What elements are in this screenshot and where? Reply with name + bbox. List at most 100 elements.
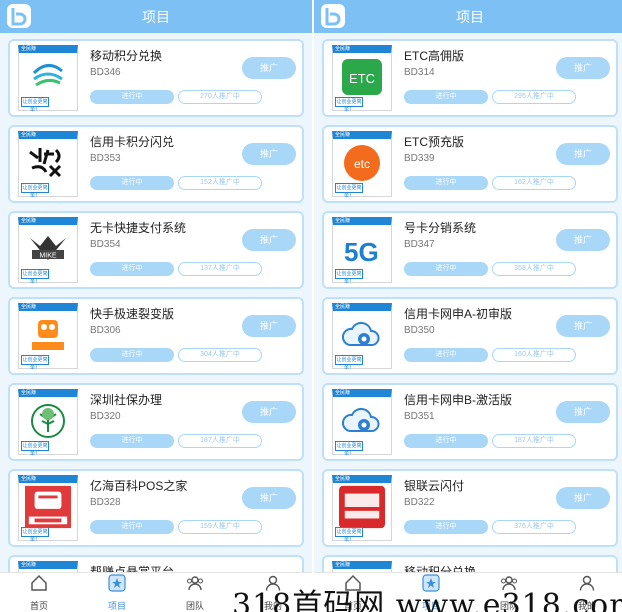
promoter-count: 304人推广中 [178, 348, 262, 362]
svg-text:MIKE: MIKE [39, 253, 56, 260]
promoter-count: 137人推广中 [178, 262, 262, 276]
project-card[interactable]: 全民赚 ETC 让创业更简单！ ETC高佣版 BD314 进行中 295人推广中 推广 [322, 39, 618, 117]
status-badge: 进行中 [90, 520, 174, 534]
promoter-count: 187人推广中 [492, 434, 576, 448]
project-thumbnail: 全民赚让创业更简单！ [18, 131, 78, 199]
project-code: BD350 [404, 325, 435, 336]
project-code: BD314 [404, 67, 435, 78]
social-security-icon [25, 401, 71, 441]
project-code: BD320 [90, 411, 121, 422]
promote-button[interactable]: 推广 [556, 229, 610, 251]
project-code: BD306 [90, 325, 121, 336]
project-code: BD347 [404, 239, 435, 250]
thumb-brand: 全民赚 [335, 132, 351, 138]
project-thumbnail: 全民赚让创业更简单！ [18, 45, 78, 113]
project-card[interactable]: 全民赚让创业更简单！ 信用卡网申B-激活版 BD351 进行中 187人推广中 推广 [322, 383, 618, 461]
promoter-count: 152人推广中 [178, 176, 262, 190]
promote-button[interactable]: 推广 [242, 229, 296, 251]
project-code: BD351 [404, 411, 435, 422]
project-card[interactable]: 全民赚 5G 让创业更简单！ 号卡分销系统 BD347 进行中 358人推广中 推广 [322, 211, 618, 289]
project-card[interactable]: 全民赚 让创业更简单！ 银联云闪付 BD322 进行中 376人推广中 推广 [322, 469, 618, 547]
promoter-count: 159人推广中 [178, 520, 262, 534]
project-name: 信用卡网申B-激活版 [404, 393, 513, 407]
5g-icon: 5G [339, 229, 385, 269]
project-name: 银联云闪付 [404, 479, 465, 493]
svg-text:ETC: ETC [349, 71, 375, 86]
thumb-tag: 让创业更简单！ [21, 97, 49, 113]
promote-button[interactable]: 推广 [556, 401, 610, 423]
thumb-tag: 让创业更简单！ [335, 441, 363, 457]
project-name: ETC预充版 [404, 135, 465, 149]
thumb-brand: 全民赚 [335, 304, 351, 310]
tab-home[interactable]: 首页 [0, 573, 78, 612]
status-badge: 进行中 [90, 348, 174, 362]
mobile-logo-icon [25, 57, 71, 97]
thumb-brand: 全民赚 [335, 562, 351, 568]
unionpay-icon [339, 485, 385, 529]
project-card[interactable]: 全民赚 MIKE 让创业更简单！ 无卡快捷支付系统 BD354 进行中 137人推广中 推广 [8, 211, 304, 289]
app-logo-icon [321, 4, 345, 28]
tab-team[interactable]: 团队 [156, 573, 234, 612]
promote-button[interactable]: 推广 [556, 487, 610, 509]
project-code: BD328 [90, 497, 121, 508]
thumb-brand: 全民赚 [21, 218, 37, 224]
promote-button[interactable]: 推广 [242, 315, 296, 337]
project-card[interactable]: 全民赚 让创业更简单！ 信用卡积分闪兑 BD353 进行中 152人推广中 推广 [8, 125, 304, 203]
project-name: 无卡快捷支付系统 [90, 221, 187, 235]
thumb-brand: 全民赚 [335, 476, 351, 482]
thumb-brand: 全民赚 [335, 46, 351, 52]
status-badge: 进行中 [404, 434, 488, 448]
promote-button[interactable]: 推广 [242, 57, 296, 79]
project-name: 深圳社保办理 [90, 393, 163, 407]
team-icon [186, 574, 204, 597]
thumb-brand: 全民赚 [21, 132, 37, 138]
app-logo-icon [7, 4, 31, 28]
project-card[interactable]: 全民赚让创业更简单！ 亿海百科POS之家 BD328 进行中 159人推广中 推广 [8, 469, 304, 547]
thumb-brand: 全民赚 [335, 390, 351, 396]
project-card[interactable]: 全民赚 让创业更简单！ 深圳社保办理 BD320 进行中 187人推广中 推广 [8, 383, 304, 461]
project-name: 号卡分销系统 [404, 221, 477, 235]
status-badge: 进行中 [404, 90, 488, 104]
header: 项目 [314, 0, 622, 33]
promote-button[interactable]: 推广 [242, 487, 296, 509]
project-card[interactable]: 全民赚 让创业更简单！ 移动积分兑换 BD346 进行中 270人推广中 推广 [8, 39, 304, 117]
thumb-brand: 全民赚 [21, 476, 37, 482]
tab-label: 团队 [185, 600, 204, 611]
thumb-brand: 全民赚 [21, 562, 37, 568]
status-badge: 进行中 [404, 348, 488, 362]
project-card[interactable]: 全民赚 让创业更简单！ 快手极速裂变版 BD306 进行中 304人推广中 推广 [8, 297, 304, 375]
promote-button[interactable]: 推广 [556, 315, 610, 337]
project-thumbnail: 全民赚 etc 让创业更简单！ [332, 131, 392, 199]
promote-button[interactable]: 推广 [242, 143, 296, 165]
thumb-brand: 全民赚 [21, 46, 37, 52]
promote-button[interactable]: 推广 [556, 57, 610, 79]
promoter-count: 358人推广中 [492, 262, 576, 276]
calligraphy-icon [25, 143, 71, 183]
project-list: 全民赚 ETC 让创业更简单！ ETC高佣版 BD314 进行中 295人推广中 推广 全民赚 e… [314, 33, 622, 612]
status-badge: 进行中 [404, 520, 488, 534]
project-name: 亿海百科POS之家 [90, 479, 188, 493]
etc-green-icon: ETC [339, 57, 385, 97]
promote-button[interactable]: 推广 [242, 401, 296, 423]
thumb-tag: 让创业更简单！ [21, 355, 49, 371]
promoter-count: 187人推广中 [178, 434, 262, 448]
thumb-tag: 让创业更简单！ [21, 269, 49, 285]
left-screen: 项目 全民赚 让创业更简单！ 移动积分兑换 BD346 进行中 270人推广中 推广 全民赚让… [0, 0, 312, 612]
promote-button[interactable]: 推广 [556, 143, 610, 165]
header: 项目 [0, 0, 312, 33]
thumb-tag: 让创业更简单！ [335, 527, 363, 543]
thumb-brand: 全民赚 [21, 390, 37, 396]
project-card[interactable]: 全民赚 etc 让创业更简单！ ETC预充版 BD339 进行中 162人推广中 推广 [322, 125, 618, 203]
project-card[interactable]: 全民赚 让创业更简单！ 信用卡网申A-初审版 BD350 进行中 160人推广中 推广 [322, 297, 618, 375]
thumb-tag: 让创业更简单！ [21, 527, 49, 543]
tab-star[interactable]: 项目 [78, 573, 156, 612]
promoter-count: 295人推广中 [492, 90, 576, 104]
project-thumbnail: 全民赚让创业更简单！ [18, 303, 78, 371]
project-thumbnail: 全民赚让创业更简单！ [18, 475, 78, 543]
project-name: 信用卡网申A-初审版 [404, 307, 513, 321]
thumb-tag: 让创业更简单！ [335, 355, 363, 371]
project-thumbnail: 全民赚 5G 让创业更简单！ [332, 217, 392, 285]
project-thumbnail: 全民赚让创业更简单！ [332, 389, 392, 457]
status-badge: 进行中 [90, 262, 174, 276]
project-thumbnail: 全民赚 MIKE 让创业更简单！ [18, 217, 78, 285]
